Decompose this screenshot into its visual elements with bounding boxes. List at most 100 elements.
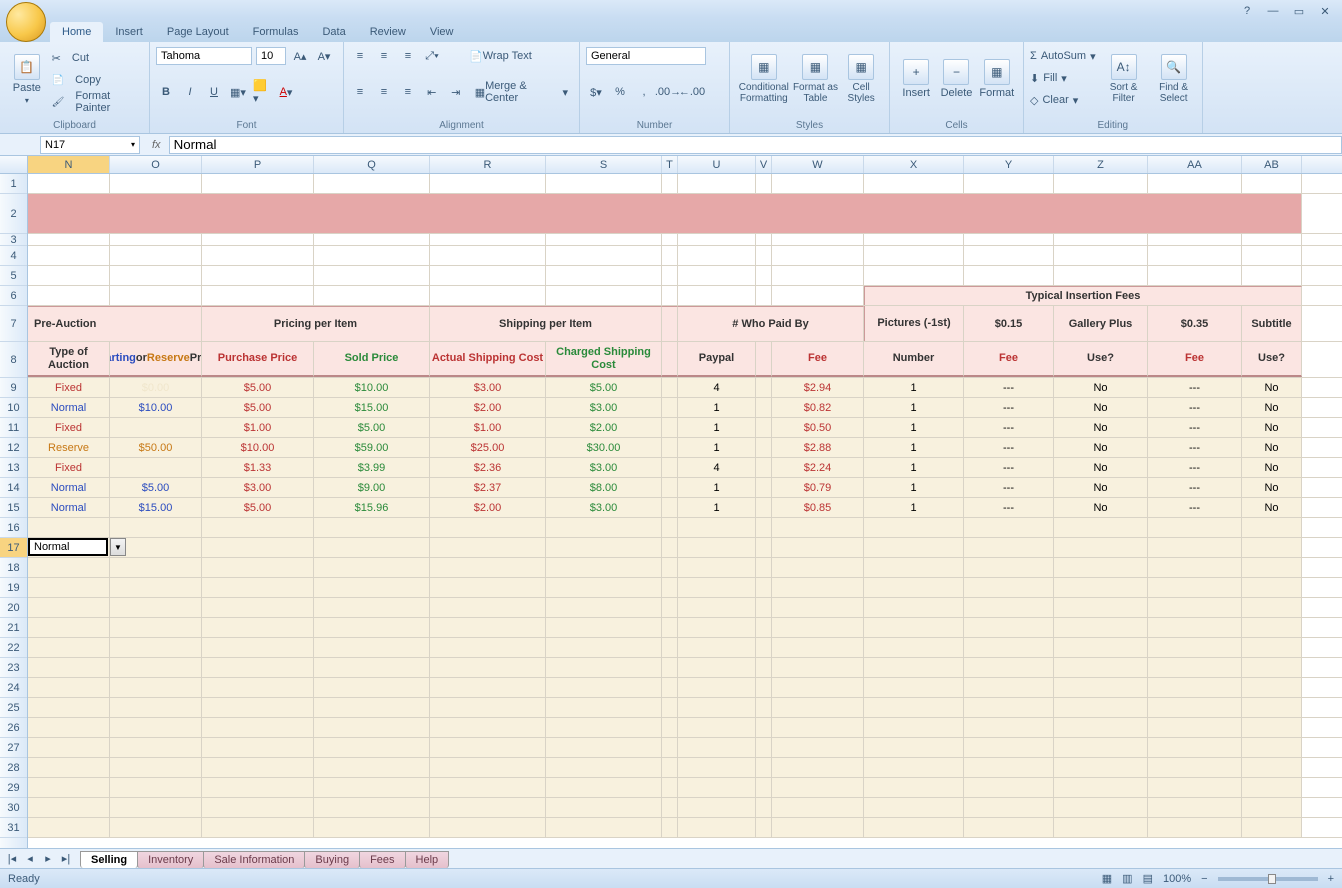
cell[interactable] bbox=[430, 738, 546, 757]
cell[interactable] bbox=[772, 174, 864, 193]
cell[interactable] bbox=[110, 638, 202, 657]
ribbon-tab-page-layout[interactable]: Page Layout bbox=[155, 22, 241, 42]
cell[interactable]: --- bbox=[1148, 378, 1242, 397]
cell[interactable] bbox=[314, 234, 430, 245]
row-header[interactable]: 18 bbox=[0, 558, 27, 578]
cell[interactable] bbox=[202, 618, 314, 637]
cell[interactable] bbox=[756, 174, 772, 193]
cell[interactable] bbox=[678, 798, 756, 817]
cell[interactable] bbox=[202, 678, 314, 697]
cell[interactable]: $2.36 bbox=[430, 458, 546, 477]
cell[interactable]: --- bbox=[1148, 398, 1242, 417]
cell[interactable] bbox=[110, 618, 202, 637]
cell[interactable] bbox=[1242, 738, 1302, 757]
cell[interactable] bbox=[314, 798, 430, 817]
cell[interactable] bbox=[772, 266, 864, 285]
view-layout-icon[interactable]: ▥ bbox=[1122, 872, 1132, 885]
cell[interactable] bbox=[1242, 818, 1302, 837]
cell[interactable]: $15.00 bbox=[110, 498, 202, 517]
column-header[interactable]: R bbox=[430, 156, 546, 173]
cell[interactable] bbox=[756, 578, 772, 597]
cell[interactable] bbox=[314, 658, 430, 677]
row-header[interactable]: 3 bbox=[0, 234, 27, 246]
cell[interactable]: --- bbox=[1148, 438, 1242, 457]
cell[interactable] bbox=[678, 638, 756, 657]
cell[interactable] bbox=[662, 174, 678, 193]
increase-font-icon[interactable]: A▴ bbox=[290, 46, 310, 66]
sheet-tab-inventory[interactable]: Inventory bbox=[137, 851, 204, 868]
cell[interactable] bbox=[662, 234, 678, 245]
cell[interactable] bbox=[202, 174, 314, 193]
cell[interactable] bbox=[964, 638, 1054, 657]
cell[interactable] bbox=[430, 638, 546, 657]
cell[interactable] bbox=[864, 266, 964, 285]
cell[interactable]: 1 bbox=[864, 378, 964, 397]
cell[interactable] bbox=[964, 246, 1054, 265]
align-bottom-icon[interactable]: ≡ bbox=[398, 46, 418, 66]
cell[interactable]: $2.00 bbox=[430, 498, 546, 517]
cell[interactable] bbox=[864, 758, 964, 777]
cell[interactable] bbox=[678, 286, 756, 305]
cell[interactable] bbox=[864, 558, 964, 577]
cell[interactable] bbox=[1054, 266, 1148, 285]
cell[interactable]: Pictures (-1st) bbox=[864, 306, 964, 341]
cell[interactable] bbox=[430, 598, 546, 617]
cell[interactable] bbox=[110, 818, 202, 837]
cell[interactable] bbox=[756, 618, 772, 637]
cell[interactable] bbox=[202, 698, 314, 717]
cell[interactable] bbox=[28, 618, 110, 637]
cell[interactable] bbox=[110, 286, 202, 305]
row-header[interactable]: 12 bbox=[0, 438, 27, 458]
cell[interactable] bbox=[1242, 518, 1302, 537]
cell[interactable] bbox=[662, 558, 678, 577]
cell[interactable] bbox=[964, 818, 1054, 837]
cell[interactable] bbox=[1054, 578, 1148, 597]
row-header[interactable]: 29 bbox=[0, 778, 27, 798]
align-right-icon[interactable]: ≡ bbox=[398, 82, 418, 102]
cell[interactable]: $2.00 bbox=[430, 398, 546, 417]
cell[interactable] bbox=[662, 758, 678, 777]
cell[interactable] bbox=[1148, 758, 1242, 777]
cell[interactable]: $3.99 bbox=[314, 458, 430, 477]
cell[interactable] bbox=[110, 658, 202, 677]
cell[interactable] bbox=[1054, 658, 1148, 677]
cell[interactable] bbox=[662, 578, 678, 597]
font-size-input[interactable] bbox=[256, 47, 286, 65]
cell[interactable] bbox=[1148, 558, 1242, 577]
cell[interactable]: $15.96 bbox=[314, 498, 430, 517]
cell[interactable] bbox=[1054, 234, 1148, 245]
cell[interactable] bbox=[546, 286, 662, 305]
row-header[interactable]: 28 bbox=[0, 758, 27, 778]
number-format-select[interactable] bbox=[586, 47, 706, 65]
cell[interactable] bbox=[28, 638, 110, 657]
cell[interactable] bbox=[772, 698, 864, 717]
align-center-icon[interactable]: ≡ bbox=[374, 82, 394, 102]
column-header[interactable]: O bbox=[110, 156, 202, 173]
cell[interactable] bbox=[110, 246, 202, 265]
align-top-icon[interactable]: ≡ bbox=[350, 46, 370, 66]
cell[interactable] bbox=[1148, 246, 1242, 265]
conditional-formatting-button[interactable]: ▦Conditional Formatting bbox=[736, 46, 792, 112]
cell[interactable] bbox=[314, 598, 430, 617]
cell[interactable] bbox=[678, 234, 756, 245]
cell[interactable] bbox=[1148, 234, 1242, 245]
cell[interactable] bbox=[1148, 174, 1242, 193]
cell[interactable] bbox=[1242, 578, 1302, 597]
decrease-decimal-icon[interactable]: ←.00 bbox=[682, 82, 702, 102]
cell[interactable] bbox=[662, 306, 678, 341]
row-header[interactable]: 4 bbox=[0, 246, 27, 266]
cell[interactable] bbox=[202, 518, 314, 537]
cell[interactable] bbox=[964, 598, 1054, 617]
cell[interactable] bbox=[28, 658, 110, 677]
cell[interactable] bbox=[756, 458, 772, 477]
cell[interactable]: Pre-Auction bbox=[28, 306, 202, 341]
view-break-icon[interactable]: ▤ bbox=[1143, 872, 1153, 885]
cell[interactable] bbox=[202, 638, 314, 657]
cell[interactable]: $3.00 bbox=[430, 378, 546, 397]
cell[interactable]: --- bbox=[964, 478, 1054, 497]
minimize-icon[interactable]: — bbox=[1264, 4, 1282, 18]
cell[interactable] bbox=[430, 678, 546, 697]
cell[interactable]: $2.24 bbox=[772, 458, 864, 477]
cell[interactable] bbox=[678, 658, 756, 677]
cell[interactable] bbox=[756, 678, 772, 697]
